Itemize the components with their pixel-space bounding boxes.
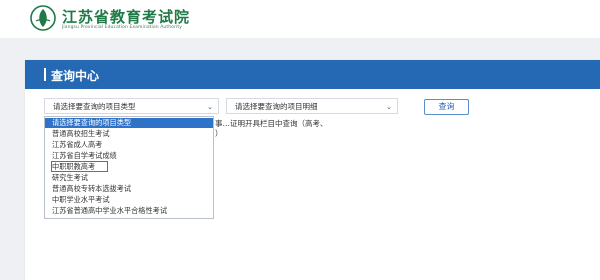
query-button[interactable]: 查询 [424,99,469,115]
title-marker [44,68,46,81]
dropdown-option[interactable]: 江苏省自学考试成绩 [45,151,213,161]
site-header: 江苏省教育考试院 Jiangsu Provincial Education Ex… [0,0,600,38]
card-title: 查询中心 [51,69,100,83]
dropdown-option[interactable]: 中职学业水平考试 [45,195,213,205]
project-detail-value: 请选择要查询的项目明细 [235,102,318,111]
notice-text-line1: 事…证明开具栏目中查询（高考、 [215,119,328,128]
project-type-select[interactable]: 请选择要查询的项目类型 ⌄ [44,98,219,114]
emblem-icon [30,5,56,31]
dropdown-option[interactable]: 江苏省成人高考 [45,140,213,150]
dropdown-option-outlined[interactable]: 中职职教高考 [45,161,213,172]
chevron-down-icon: ⌄ [207,103,213,111]
dropdown-option[interactable]: 研究生考试 [45,173,213,183]
chevron-down-icon: ⌄ [386,103,392,111]
project-type-value: 请选择要查询的项目类型 [53,102,136,111]
site-subtitle: Jiangsu Provincial Education Examination… [62,25,182,30]
dropdown-option[interactable]: 江苏省普通高中学业水平合格性考试 [45,206,213,216]
dropdown-option[interactable]: 普通高校招生考试 [45,129,213,139]
notice-text-line2: ） [215,129,223,138]
project-type-dropdown[interactable]: 请选择要查询的项目类型 普通高校招生考试 江苏省成人高考 江苏省自学考试成绩 中… [44,116,214,219]
project-detail-select[interactable]: 请选择要查询的项目明细 ⌄ [226,98,398,114]
dropdown-option[interactable]: 请选择要查询的项目类型 [45,118,213,128]
dropdown-option[interactable]: 普通高校专转本选拔考试 [45,184,213,194]
card-header-bar: 查询中心 [25,60,600,89]
site-title: 江苏省教育考试院 [62,8,191,26]
